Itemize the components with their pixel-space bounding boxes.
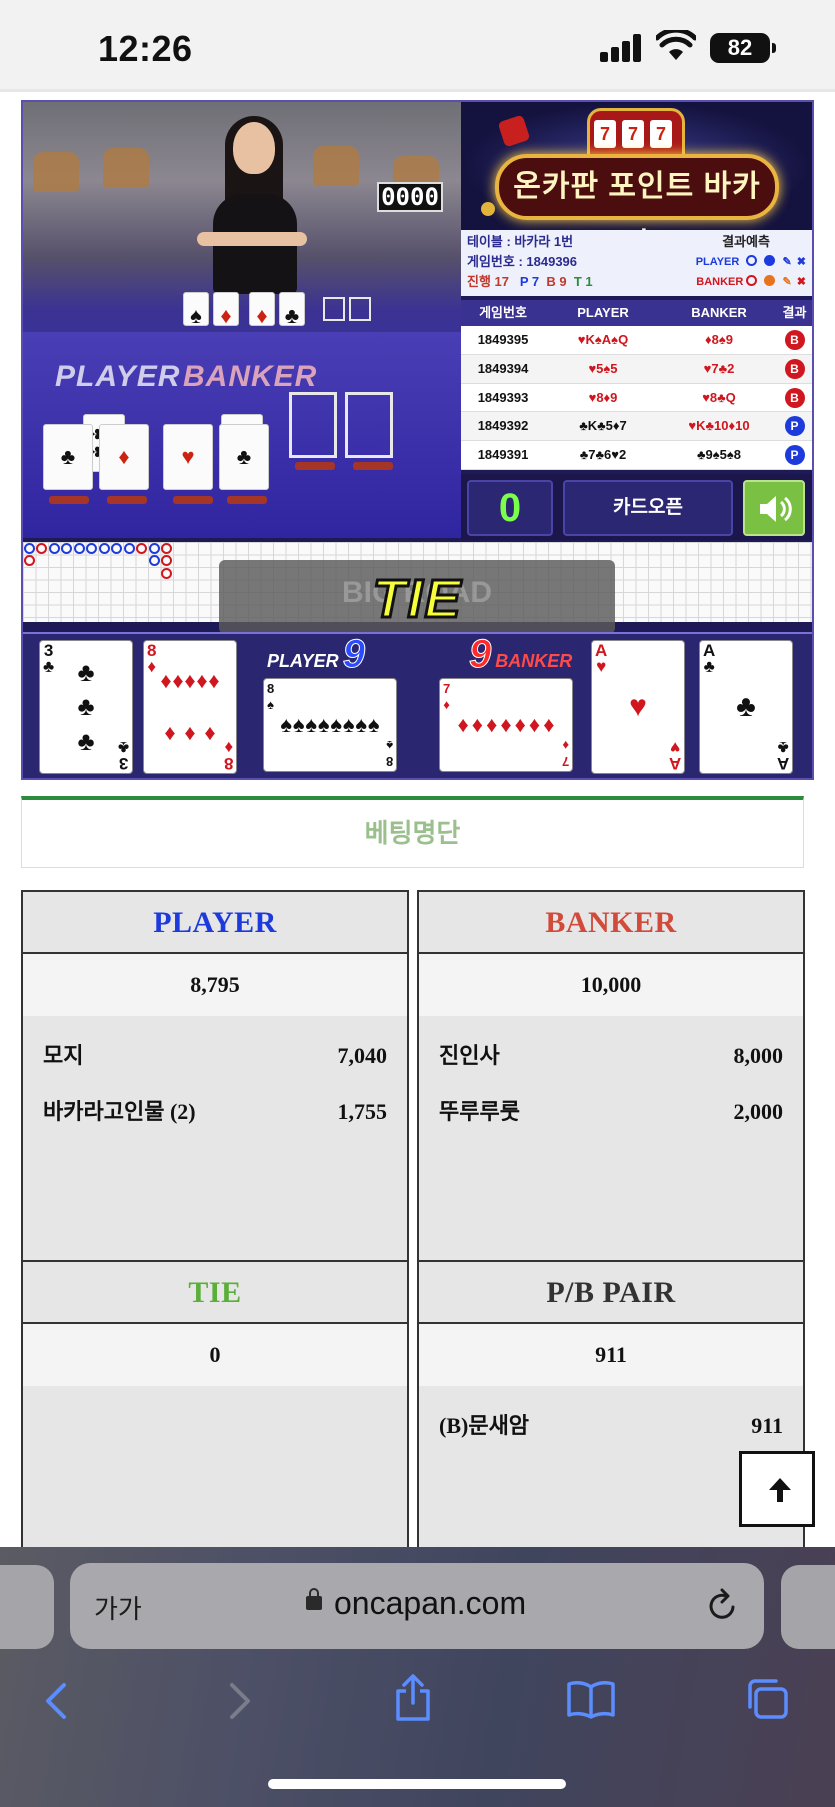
- dice-icon: [497, 114, 531, 148]
- predict-pencil-icon: ✎: [782, 276, 792, 288]
- video-counter: 0000: [377, 182, 443, 212]
- result-card-strip: 3 ♣ ♣ ♣ ♣ 3 ♣ 8 ♦ ♦ ♦ ♦ ♦ ♦ ♦ ♦ ♦ 8 ♦ PLAYER 9 8 ♠ ♠ ♠ ♠ ♠ ♠ ♠ ♠ ♠ 8…: [23, 632, 812, 778]
- bet-counter: 0: [467, 480, 553, 536]
- betting-list-title: 베팅명단: [21, 796, 804, 868]
- game-title: 온카판 포인트 바카라: [495, 154, 779, 230]
- dealer: [197, 116, 307, 294]
- battery-icon: 82: [710, 33, 776, 63]
- predict-banker-row[interactable]: BANKER ✎ ✖: [696, 272, 806, 292]
- address-bar[interactable]: 가가 oncapan.com: [70, 1563, 764, 1649]
- banker-card-2: A ♥ ♥ A ♥: [591, 640, 685, 774]
- browser-nav-row: [0, 1667, 835, 1747]
- game-progress: 진행 17 P 7 B 9 T 1: [467, 274, 593, 289]
- video-banker-label: BANKER: [183, 360, 318, 393]
- game-number: 게임번호 : 1849396: [467, 254, 578, 269]
- history-row: 1849392 ♣K♣5♦7 ♥K♣10♦10 P: [461, 412, 812, 442]
- scroll-to-top-button[interactable]: [739, 1451, 815, 1527]
- arrow-up-icon: [769, 1478, 791, 1502]
- bet-entry: 뚜루루룻 2,000: [439, 1099, 783, 1124]
- table-name: 테이블 : 바카라 1번: [467, 234, 574, 249]
- baccarat-game-panel: 0000 PLAYER BANKER 777 온카판 포인트 바카라: [21, 100, 814, 780]
- game-controls: 0 카드오픈: [461, 474, 812, 540]
- cellular-signal-icon: [600, 34, 644, 62]
- browser-toolbar: 가가 oncapan.com: [0, 1547, 835, 1807]
- card-open-button[interactable]: 카드오픈: [563, 480, 733, 536]
- player-score: PLAYER 9: [267, 632, 365, 676]
- status-bar: 12:26 82: [0, 0, 835, 92]
- predict-dot-icon: [764, 255, 776, 266]
- game-history-table: 게임번호 PLAYER BANKER 결과 1849395 ♥K♠A♠Q ♦8♠…: [461, 300, 812, 470]
- predict-circle-icon: [746, 275, 758, 286]
- result-badge: P: [784, 445, 805, 466]
- predict-cross-icon: ✖: [796, 276, 806, 288]
- pair-bets-total: 911: [419, 1324, 803, 1386]
- sound-toggle-button[interactable]: [743, 480, 805, 536]
- result-badge: B: [784, 358, 805, 379]
- result-badge: P: [784, 416, 805, 437]
- speaker-icon: [760, 496, 792, 522]
- live-video: 0000 PLAYER BANKER: [23, 102, 461, 538]
- banker-bets-total: 10,000: [419, 954, 803, 1016]
- player-card-3: 8 ♠ ♠ ♠ ♠ ♠ ♠ ♠ ♠ ♠ 8 ♠: [263, 678, 397, 772]
- tie-bets-total: 0: [23, 1324, 407, 1386]
- bet-entry: 모지 7,040: [43, 1043, 387, 1068]
- forward-icon[interactable]: [224, 1681, 254, 1721]
- player-bets-total: 8,795: [23, 954, 407, 1016]
- next-tab-preview[interactable]: [781, 1565, 835, 1649]
- video-player-label: PLAYER: [55, 360, 181, 393]
- predict-dot-icon: [764, 275, 776, 286]
- slot-machine-icon: 777: [587, 108, 685, 158]
- game-logo-panel: 777 온카판 포인트 바카라: [461, 102, 812, 230]
- tabs-icon[interactable]: [744, 1677, 790, 1721]
- bet-entry: 진인사 8,000: [439, 1043, 783, 1068]
- history-header: 게임번호 PLAYER BANKER 결과: [461, 300, 812, 326]
- history-row: 1849395 ♥K♠A♠Q ♦8♠9 B: [461, 326, 812, 355]
- banker-card-3: A ♣ ♣ A ♣: [699, 640, 793, 774]
- text-size-button[interactable]: 가가: [94, 1589, 142, 1626]
- tie-bets-box: TIE 0: [21, 1262, 409, 1562]
- banker-score: 9 BANKER: [468, 632, 573, 676]
- predict-circle-icon: [746, 255, 758, 266]
- home-indicator[interactable]: [268, 1779, 566, 1789]
- player-bets-title: PLAYER: [23, 892, 407, 954]
- player-card-1: 3 ♣ ♣ ♣ ♣ 3 ♣: [39, 640, 133, 774]
- predict-player-row[interactable]: PLAYER ✎ ✖: [696, 252, 806, 272]
- player-card-2: 8 ♦ ♦ ♦ ♦ ♦ ♦ ♦ ♦ ♦ 8 ♦: [143, 640, 237, 774]
- prediction-label: 결과예측: [722, 234, 770, 249]
- tie-bets-title: TIE: [23, 1262, 407, 1324]
- history-row: 1849393 ♥8♦9 ♥8♣Q B: [461, 384, 812, 413]
- result-badge: B: [784, 330, 805, 350]
- player-bets-box: PLAYER 8,795 모지 7,040 바카라고인물 (2) 1,755: [21, 890, 409, 1262]
- banker-bets-box: BANKER 10,000 진인사 8,000 뚜루루룻 2,000: [417, 890, 805, 1262]
- tie-result-text: TIE: [371, 568, 463, 631]
- banker-bets-title: BANKER: [419, 892, 803, 954]
- bet-entry: 바카라고인물 (2) 1,755: [43, 1099, 387, 1124]
- share-icon[interactable]: [392, 1673, 434, 1723]
- url-text[interactable]: oncapan.com: [334, 1585, 526, 1622]
- result-badge: B: [784, 387, 805, 408]
- predict-pencil-icon: ✎: [782, 256, 792, 268]
- bookmarks-icon[interactable]: [566, 1679, 616, 1719]
- reload-icon[interactable]: [706, 1587, 740, 1623]
- lock-icon: [306, 1588, 322, 1610]
- previous-tab-preview[interactable]: [0, 1565, 54, 1649]
- wifi-icon: [656, 30, 696, 60]
- history-row: 1849391 ♣7♣6♥2 ♣9♠5♠8 P: [461, 441, 812, 470]
- status-time: 12:26: [98, 28, 193, 69]
- predict-cross-icon: ✖: [796, 256, 806, 268]
- back-icon[interactable]: [42, 1681, 72, 1721]
- history-row: 1849394 ♥5♠5 ♥7♣2 B: [461, 354, 812, 384]
- bet-entry: (B)문새암 911: [439, 1413, 783, 1438]
- pair-bets-title: P/B PAIR: [419, 1262, 803, 1324]
- banker-card-1: 7 ♦ ♦ ♦ ♦ ♦ ♦ ♦ ♦ 7 ♦: [439, 678, 573, 772]
- game-info-panel: 테이블 : 바카라 1번 게임번호 : 1849396 진행 17 P 7 B …: [461, 230, 812, 296]
